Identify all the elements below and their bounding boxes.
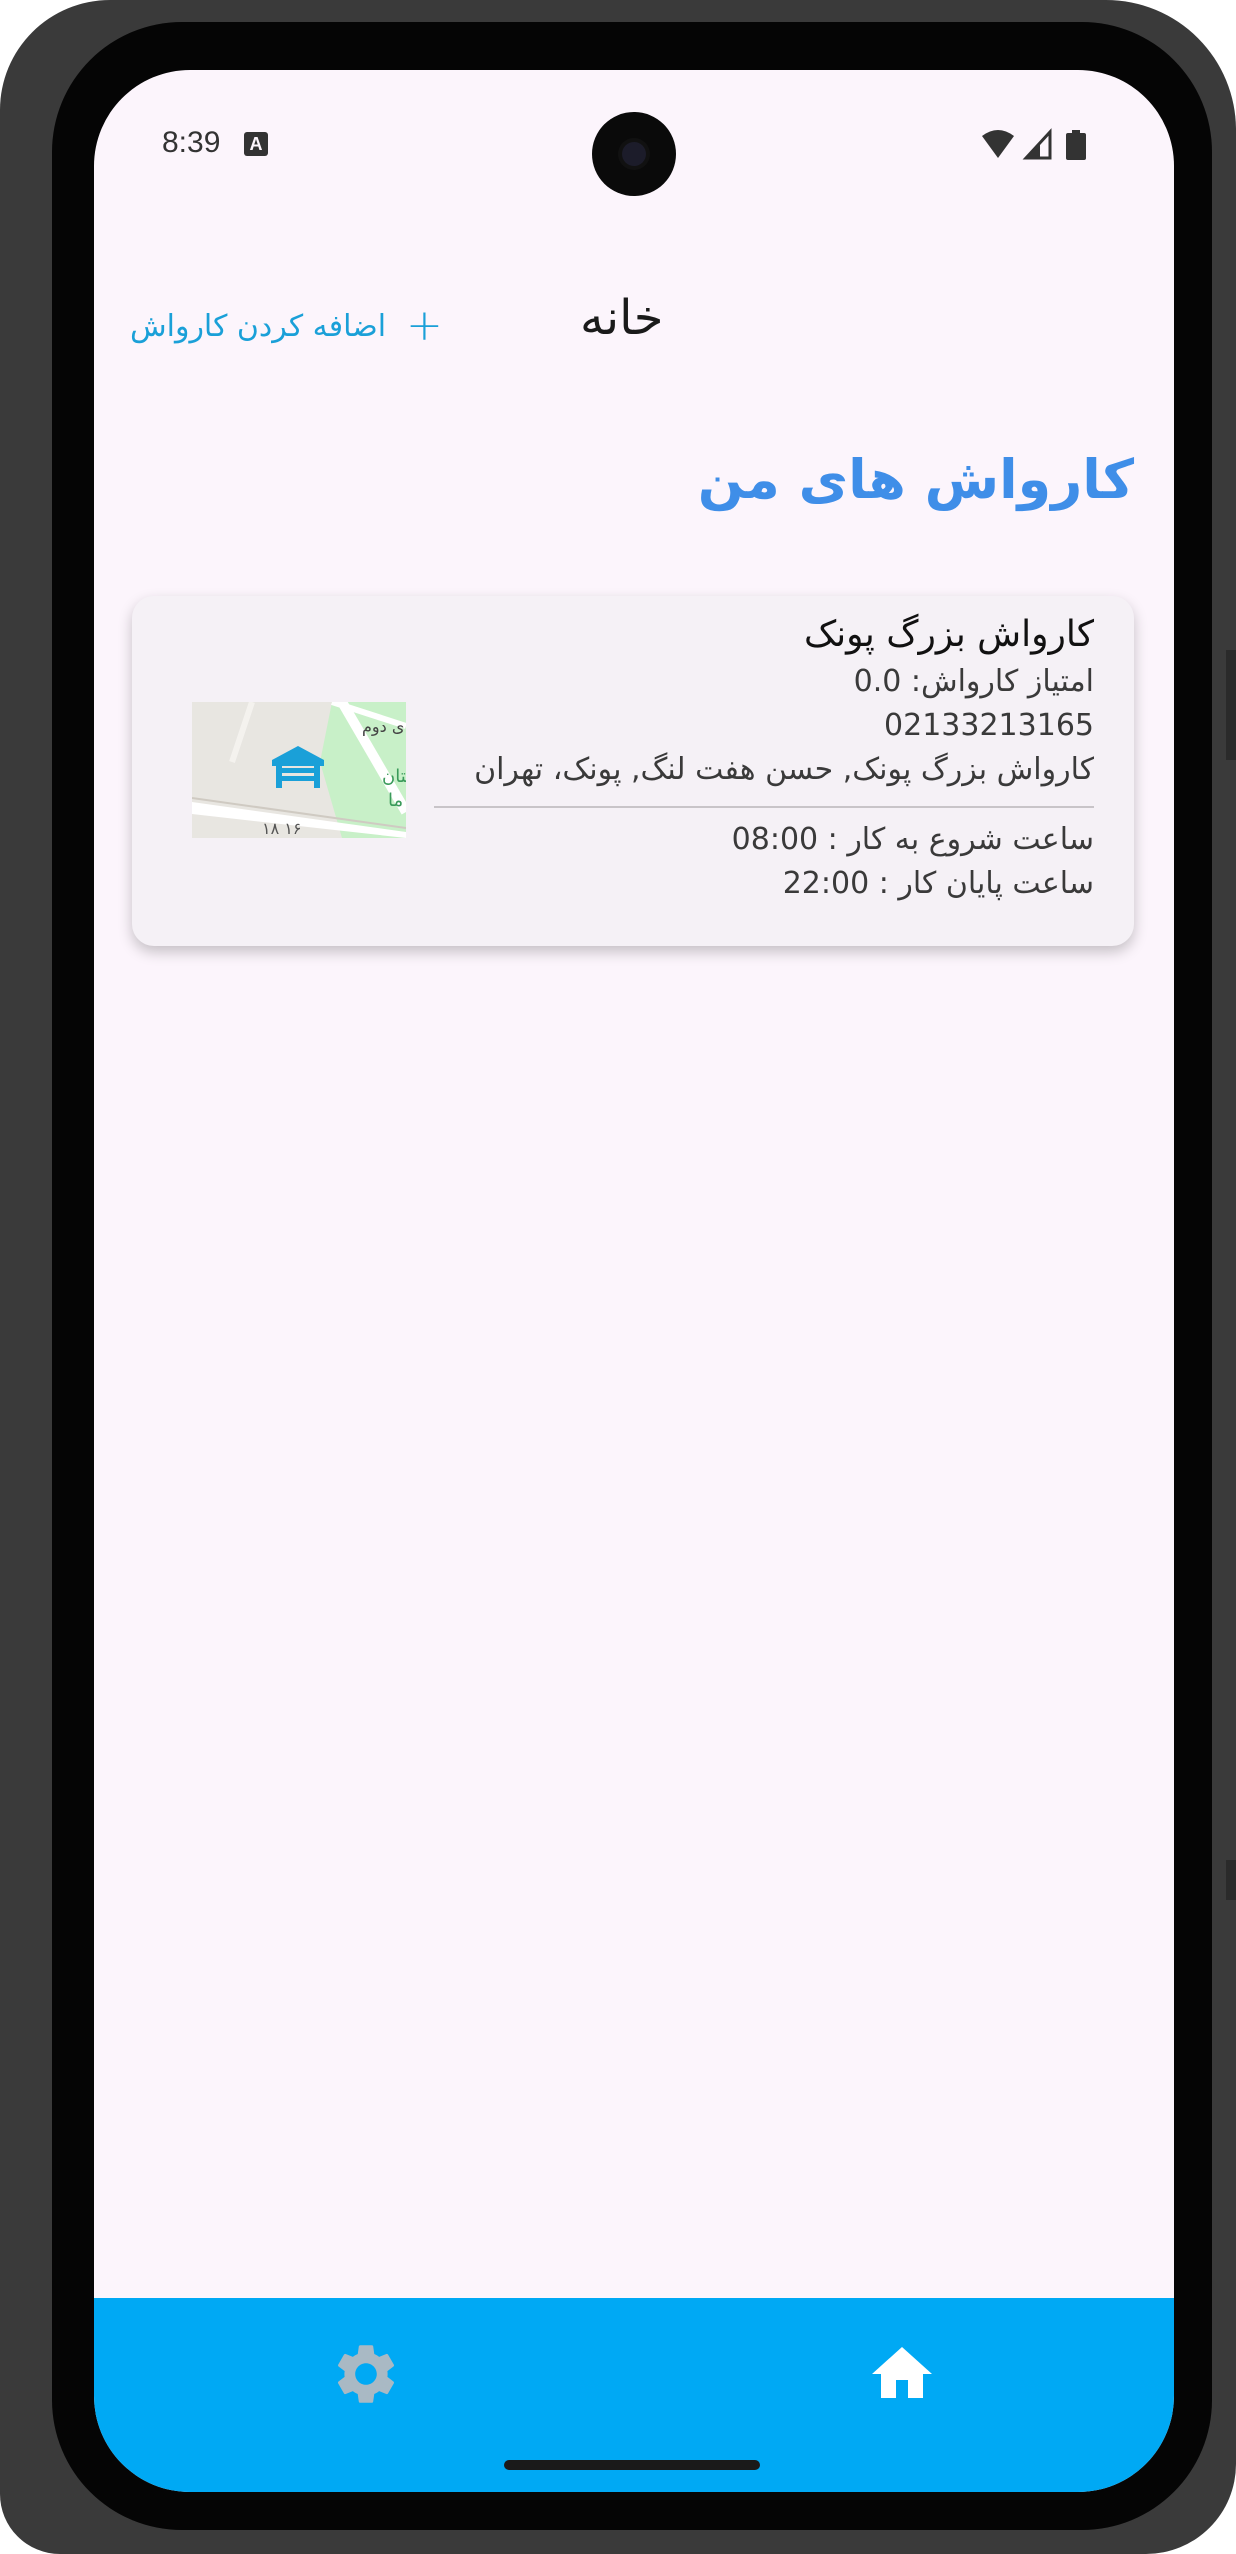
- carwash-map-thumbnail[interactable]: ی دوم ستان ما ۱۸ ۱۶: [192, 702, 406, 838]
- status-icons: [982, 128, 1086, 160]
- home-icon: [872, 2347, 932, 2398]
- map-image: ی دوم ستان ما ۱۸ ۱۶: [192, 702, 406, 838]
- screen: 8:39 A اضافه کردن کارواش + خانه کارواش ه…: [94, 70, 1174, 2492]
- plus-icon: +: [406, 300, 443, 351]
- map-label-2: ستان: [382, 766, 406, 787]
- map-label-1: ی دوم: [362, 717, 404, 737]
- nav-home[interactable]: [866, 2338, 938, 2410]
- nav-settings[interactable]: [330, 2338, 402, 2410]
- map-label-3: ما: [388, 790, 403, 811]
- home-indicator[interactable]: [504, 2460, 760, 2470]
- carwash-start-time: ساعت شروع به کار : 08:00: [731, 822, 1094, 857]
- card-divider: [434, 806, 1094, 808]
- cellular-signal-icon: [1022, 128, 1052, 160]
- notification-a-icon: A: [244, 132, 268, 156]
- device-frame: 8:39 A اضافه کردن کارواش + خانه کارواش ه…: [0, 0, 1236, 2554]
- carwash-end-time: ساعت پایان کار : 22:00: [782, 866, 1094, 901]
- gear-icon: [337, 2345, 395, 2403]
- carwash-card[interactable]: ی دوم ستان ما ۱۸ ۱۶ کارواش بزرگ پونک امت…: [132, 596, 1134, 946]
- add-carwash-button[interactable]: اضافه کردن کارواش +: [130, 298, 443, 354]
- wifi-icon: [982, 130, 1014, 158]
- carwash-phone: 02133213165: [884, 708, 1094, 743]
- map-label-4: ۱۸ ۱۶: [262, 819, 301, 838]
- battery-icon: [1066, 130, 1086, 160]
- add-carwash-label: اضافه کردن کارواش: [130, 308, 387, 344]
- volume-button: [1226, 650, 1236, 760]
- status-bar: 8:39 A: [94, 70, 1174, 196]
- section-title: کارواش های من: [697, 448, 1134, 511]
- app-bar: اضافه کردن کارواش + خانه: [94, 270, 1174, 370]
- front-camera: [592, 112, 676, 196]
- power-button: [1226, 1860, 1236, 1900]
- carwash-rating: امتیاز کارواش: 0.0: [853, 664, 1094, 699]
- carwash-name: کارواش بزرگ پونک: [803, 614, 1094, 655]
- page-title: خانه: [580, 290, 664, 346]
- carwash-info: کارواش بزرگ پونک امتیاز کارواش: 0.0 0213…: [434, 610, 1094, 906]
- carwash-address: کارواش بزرگ پونک, حسن هفت لنگ, پونک، تهر…: [474, 752, 1094, 787]
- status-time: 8:39: [162, 126, 221, 159]
